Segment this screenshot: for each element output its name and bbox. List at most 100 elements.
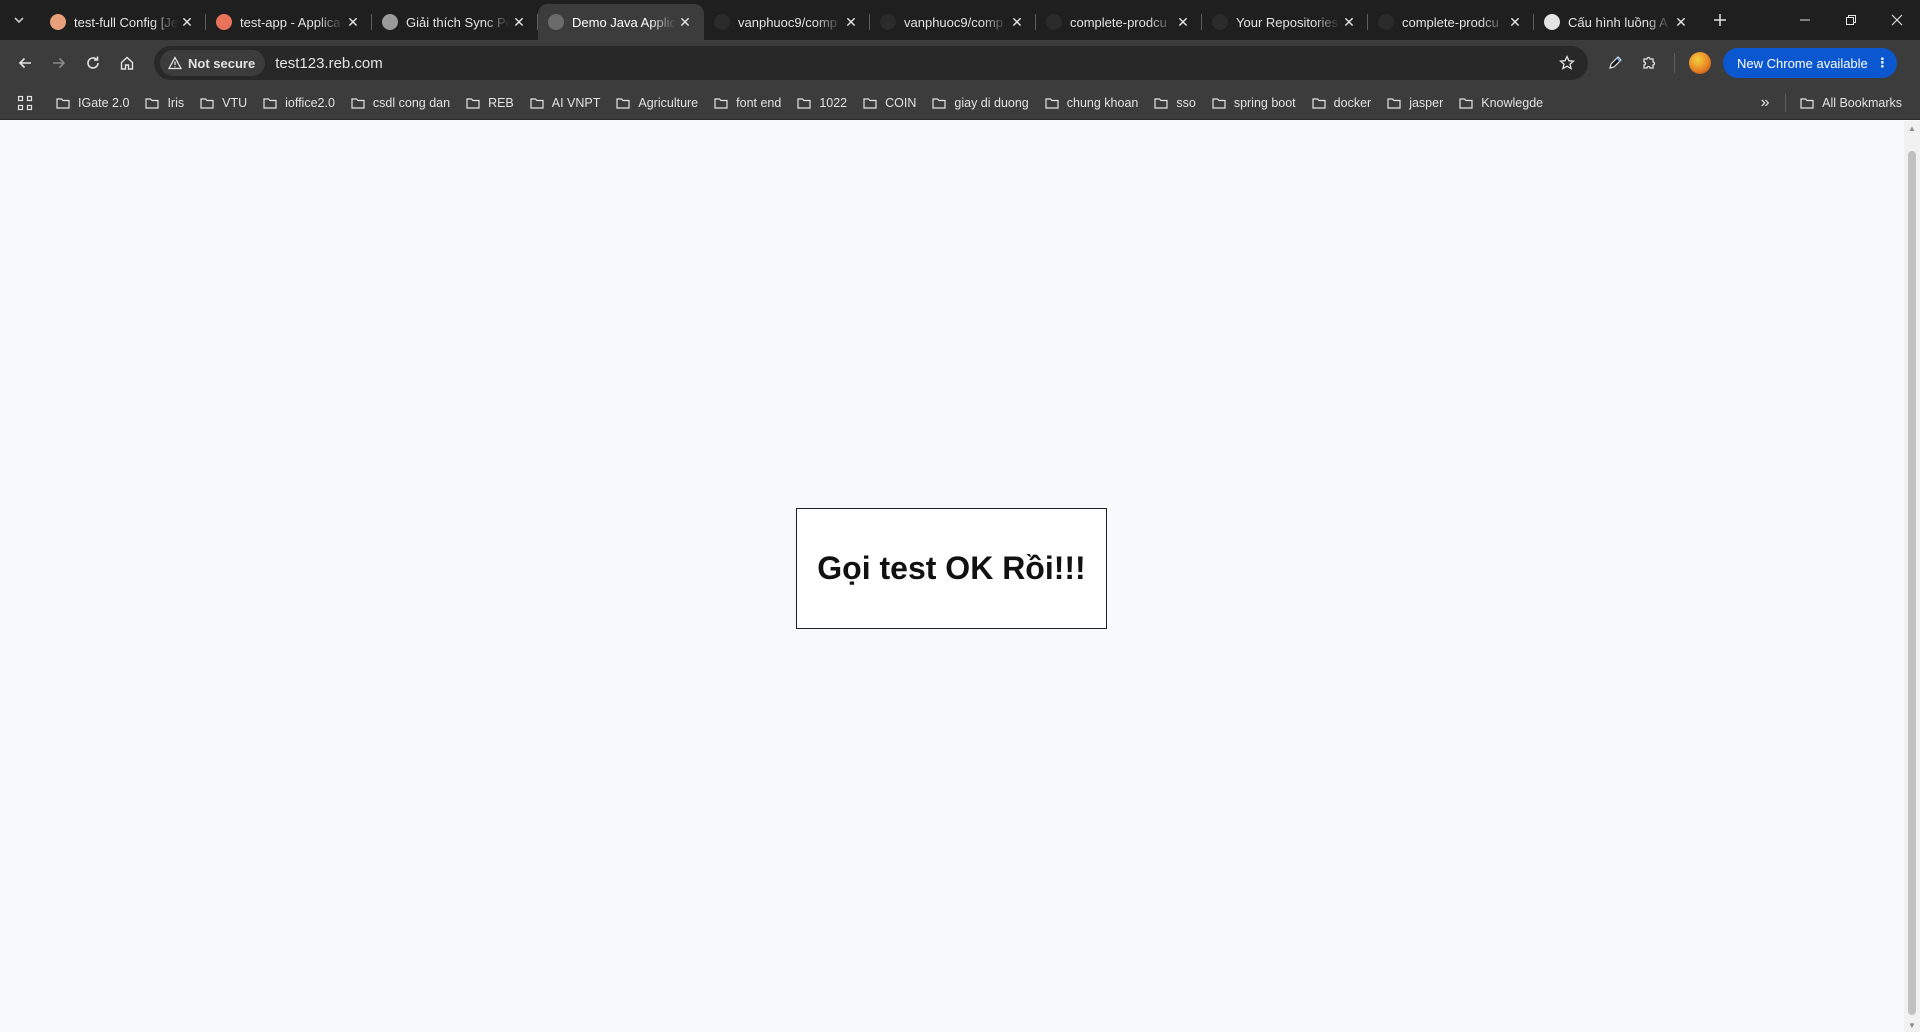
bookmark-folder[interactable]: Agriculture: [608, 90, 706, 116]
bookmark-folder[interactable]: COIN: [855, 90, 924, 116]
bookmark-folder[interactable]: jasper: [1379, 90, 1451, 116]
tab[interactable]: Your Repositories ✕: [1202, 4, 1368, 40]
tab-close-icon[interactable]: ✕: [1506, 13, 1524, 31]
back-button[interactable]: [8, 46, 42, 80]
tab-close-icon[interactable]: ✕: [842, 13, 860, 31]
tab-close-icon[interactable]: ✕: [1008, 13, 1026, 31]
page-content: Gọi test OK Rồi!!!: [0, 121, 1904, 1032]
bookmark-folder[interactable]: chung khoan: [1037, 90, 1147, 116]
bookmark-label: Knowlegde: [1481, 95, 1544, 110]
chrome-update-button[interactable]: New Chrome available ⋮: [1723, 48, 1897, 78]
tab-title: test-app - Applica: [240, 14, 341, 30]
star-icon: [1559, 55, 1575, 70]
folder-icon: [351, 97, 365, 109]
tab-close-icon[interactable]: ✕: [344, 13, 362, 31]
tab[interactable]: complete-prodcu ✕: [1036, 4, 1202, 40]
bookmark-folder[interactable]: ioffice2.0: [255, 90, 343, 116]
profile-avatar[interactable]: [1689, 52, 1711, 74]
bookmark-star-button[interactable]: [1552, 48, 1582, 78]
restore-button[interactable]: [1828, 0, 1874, 40]
bookmark-folder[interactable]: spring boot: [1204, 90, 1304, 116]
bookmark-folder[interactable]: font end: [706, 90, 789, 116]
folder-icon: [932, 97, 946, 109]
reload-button[interactable]: [76, 46, 110, 80]
folder-icon: [863, 97, 877, 109]
bookmark-label: COIN: [885, 95, 917, 110]
security-label: Not secure: [188, 55, 256, 71]
bookmark-label: giay di duong: [954, 95, 1029, 110]
folder-icon: [466, 97, 480, 109]
bookmark-folder[interactable]: VTU: [192, 90, 255, 116]
tab-favicon-icon: [1544, 14, 1560, 30]
folder-icon: [714, 97, 728, 109]
bookmark-folder[interactable]: Knowlegde: [1451, 90, 1551, 116]
bookmark-folder[interactable]: giay di duong: [924, 90, 1036, 116]
url-text[interactable]: test123.reb.com: [275, 55, 1552, 72]
pen-icon: [1609, 56, 1622, 69]
scroll-down-arrow-icon[interactable]: ▼: [1904, 1018, 1920, 1032]
tab-close-icon[interactable]: ✕: [178, 13, 196, 31]
window-controls: [1782, 0, 1920, 40]
bookmark-folder[interactable]: IGate 2.0: [48, 90, 137, 116]
forward-button[interactable]: [42, 46, 76, 80]
bookmark-folder[interactable]: sso: [1146, 90, 1203, 116]
page-message: Gọi test OK Rồi!!!: [817, 550, 1086, 586]
folder-icon: [1800, 97, 1814, 109]
extensions-button[interactable]: [1632, 46, 1666, 80]
bookmark-folder[interactable]: csdl cong dan: [343, 90, 458, 116]
tab-close-icon[interactable]: ✕: [1672, 13, 1690, 31]
pen-extension-button[interactable]: [1598, 46, 1632, 80]
bookmark-label: chung khoan: [1066, 95, 1139, 110]
new-tab-button[interactable]: [1706, 6, 1734, 34]
minimize-button[interactable]: [1782, 0, 1828, 40]
close-window-button[interactable]: [1874, 0, 1920, 40]
bookmark-folder[interactable]: Iris: [137, 90, 192, 116]
tab[interactable]: test-full Config [Je ✕: [40, 4, 206, 40]
folder-icon: [1312, 97, 1326, 109]
all-bookmarks-button[interactable]: All Bookmarks: [1792, 90, 1910, 116]
tab-close-icon[interactable]: ✕: [1174, 13, 1192, 31]
security-chip[interactable]: Not secure: [160, 50, 266, 76]
tab[interactable]: Demo Java Applic ✕: [538, 4, 704, 40]
bookmark-label: REB: [488, 95, 514, 110]
tab-favicon-icon: [548, 14, 564, 30]
tab-close-icon[interactable]: ✕: [1340, 13, 1358, 31]
tab-favicon-icon: [50, 14, 66, 30]
vertical-scrollbar[interactable]: ▲ ▼: [1904, 121, 1920, 1032]
tab-title: complete-prodcu: [1070, 14, 1167, 30]
home-button[interactable]: [110, 46, 144, 80]
bookmark-folder[interactable]: docker: [1304, 90, 1380, 116]
apps-button[interactable]: [10, 90, 40, 116]
bookmark-folder[interactable]: AI VNPT: [522, 90, 609, 116]
folder-icon: [1212, 97, 1226, 109]
bookmark-label: jasper: [1409, 95, 1444, 110]
tab[interactable]: test-app - Applica ✕: [206, 4, 372, 40]
scroll-up-arrow-icon[interactable]: ▲: [1904, 121, 1920, 135]
tab[interactable]: complete-prodcu ✕: [1368, 4, 1534, 40]
tab-search-button[interactable]: [4, 5, 34, 35]
all-bookmarks-label: All Bookmarks: [1822, 95, 1902, 110]
bookmark-label: Agriculture: [638, 95, 699, 110]
tab-close-icon[interactable]: ✕: [676, 13, 694, 31]
scrollbar-thumb[interactable]: [1908, 151, 1916, 1015]
tab-title: vanphuoc9/comp: [738, 14, 838, 30]
bookmark-label: Iris: [167, 95, 185, 110]
tab[interactable]: Giải thích Sync Po ✕: [372, 4, 538, 40]
folder-icon: [200, 97, 214, 109]
bookmark-list: IGate 2.0 Iris VTU ioffice2.0 csdl cong dan R…: [48, 90, 1551, 116]
tab[interactable]: vanphuoc9/comp ✕: [704, 4, 870, 40]
bookmark-folder[interactable]: REB: [458, 90, 522, 116]
folder-icon: [1045, 97, 1059, 109]
arrow-right-icon: [53, 57, 66, 69]
tab-list: test-full Config [Je ✕ test-app - Applica ✕…: [40, 0, 1700, 40]
tab-close-icon[interactable]: ✕: [510, 13, 528, 31]
bookmarks-overflow-button[interactable]: »: [1751, 94, 1779, 112]
tab[interactable]: vanphuoc9/comp ✕: [870, 4, 1036, 40]
arrow-left-icon: [18, 57, 31, 69]
bookmark-folder[interactable]: 1022: [789, 90, 855, 116]
folder-icon: [797, 97, 811, 109]
address-bar[interactable]: Not secure test123.reb.com: [154, 46, 1588, 80]
tab-favicon-icon: [714, 14, 730, 30]
tab[interactable]: Cấu hình luồng A ✕: [1534, 4, 1700, 40]
bookmark-label: VTU: [222, 95, 248, 110]
